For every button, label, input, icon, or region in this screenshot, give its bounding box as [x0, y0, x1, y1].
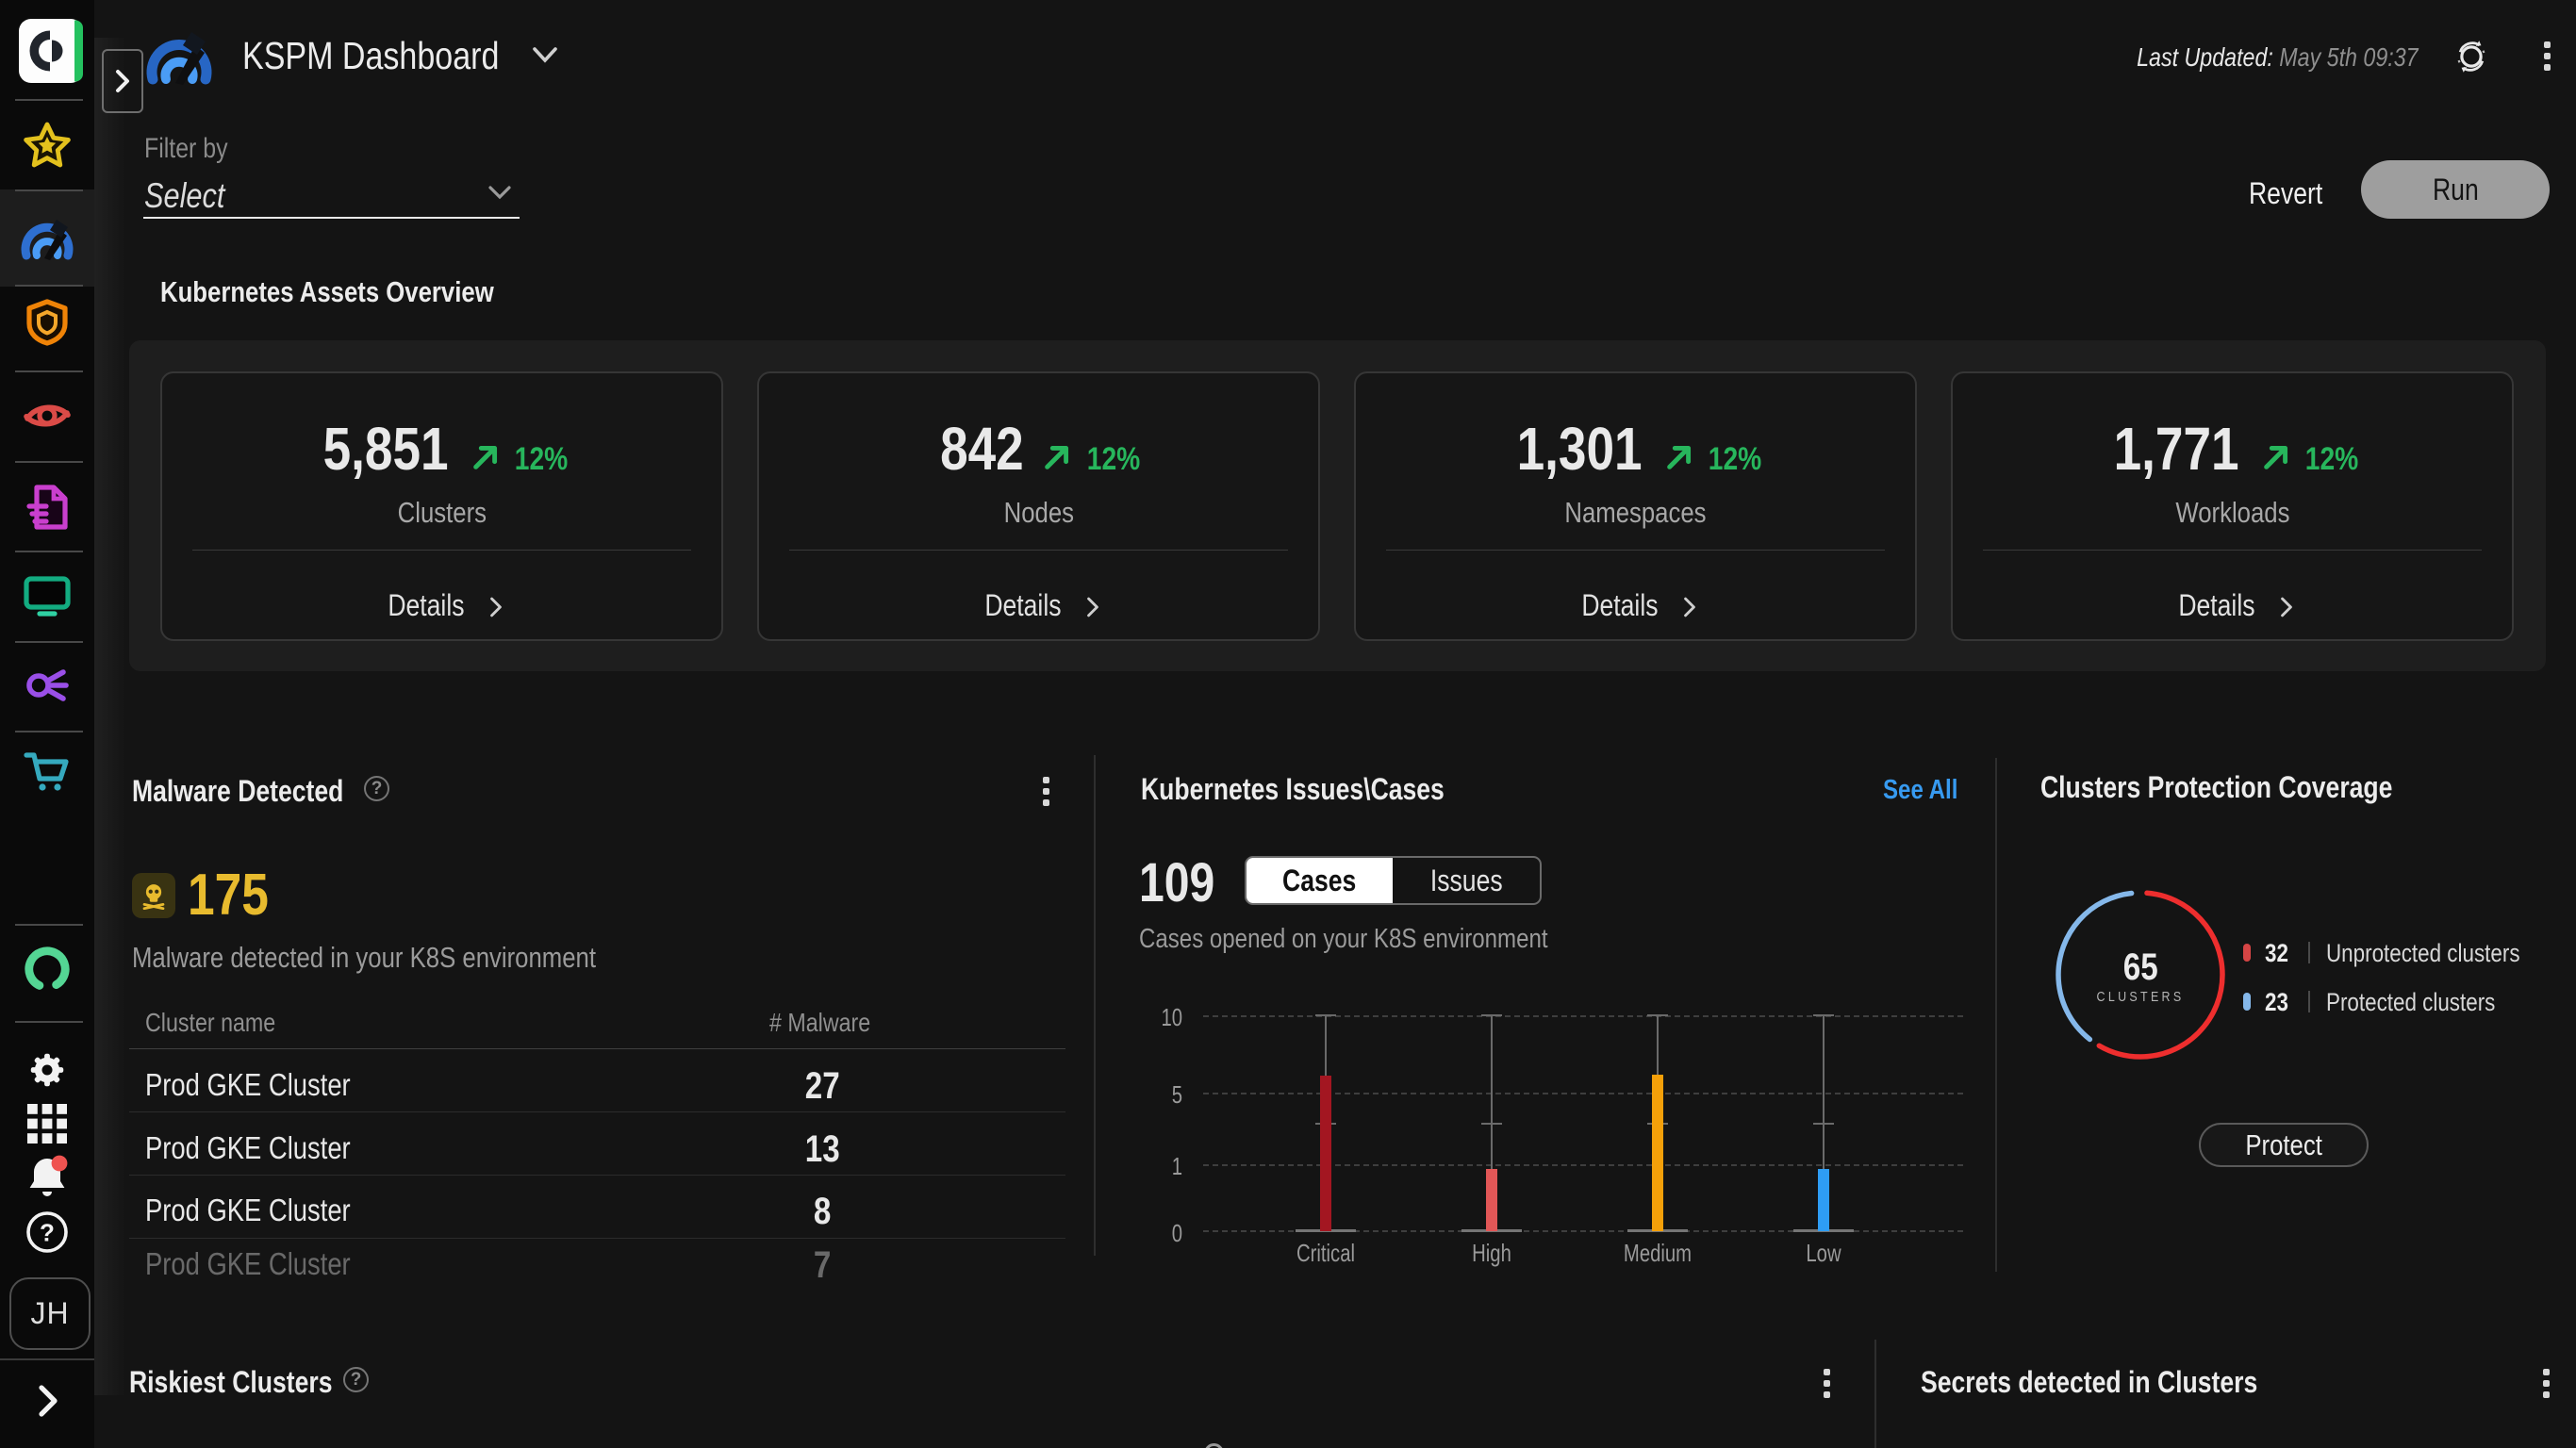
svg-text:?: ?: [40, 1218, 55, 1246]
